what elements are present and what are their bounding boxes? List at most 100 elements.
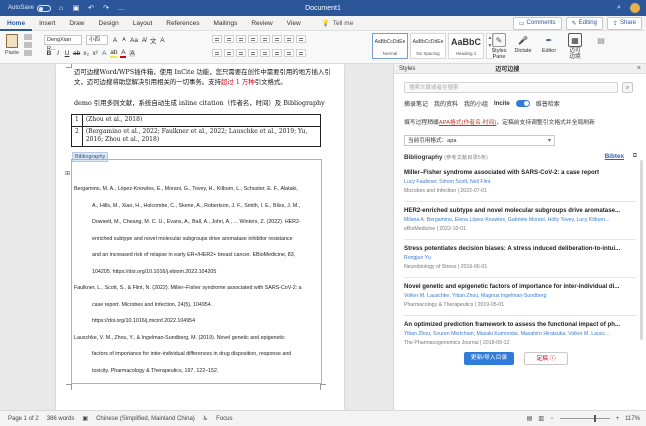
paragraph-shading-icon[interactable] — [284, 49, 294, 57]
cut-icon[interactable] — [24, 34, 32, 40]
list-item[interactable]: An optimized prediction framework to ass… — [404, 321, 636, 346]
avatar[interactable] — [630, 3, 640, 13]
ref-title[interactable]: HER2-enriched subtype and novel molecula… — [404, 207, 636, 214]
search-icon[interactable]: ⌕ — [614, 3, 624, 13]
close-icon[interactable]: × — [637, 64, 641, 74]
font-size-select[interactable]: 小四 — [86, 35, 108, 45]
home-icon[interactable]: ⌂ — [56, 3, 66, 13]
style-normal[interactable]: AaBbCcDdEe Normal — [372, 33, 408, 59]
tab-references[interactable]: References — [159, 16, 206, 31]
external-link-icon[interactable]: ⧉ — [633, 153, 637, 160]
document-page[interactable]: 迈可边搜Word/WPS插件箱，使用 InCite 功能，您只需要在创作中需要引… — [56, 64, 344, 410]
char-border-icon[interactable]: A — [159, 37, 165, 44]
source-notes[interactable]: 摘录笔记 — [404, 99, 428, 108]
zoom-level[interactable]: 117% — [625, 416, 640, 422]
undo-icon[interactable]: ↶ — [86, 3, 96, 13]
hint-format-link[interactable]: APA格式(作者名-时间) — [439, 120, 497, 126]
bibtex-link[interactable]: Bibtex — [605, 153, 624, 160]
show-marks-icon[interactable] — [296, 35, 306, 43]
tell-me-search[interactable]: 💡 Tell me — [322, 19, 354, 28]
font-name-select[interactable]: DengXian R... — [44, 35, 82, 52]
align-center-icon[interactable] — [224, 49, 234, 57]
share-button[interactable]: ⇪ Share — [606, 16, 642, 30]
search-input[interactable]: 搜索文献或者在搜索 — [404, 82, 618, 93]
list-item[interactable]: Stress potentiates decision biases: A st… — [404, 245, 636, 270]
list-item[interactable]: Miller–Fisher syndrome associated with S… — [404, 169, 636, 194]
language-status[interactable]: Chinese (Simplified, Mainland China) — [96, 416, 195, 422]
ref-title[interactable]: Stress potentiates decision biases: A st… — [404, 245, 636, 252]
tab-view[interactable]: View — [280, 16, 308, 31]
source-vip[interactable]: 维普检索 — [536, 99, 560, 108]
save-icon[interactable]: ▣ — [71, 3, 81, 13]
underline-button[interactable]: U — [64, 50, 70, 57]
bibliography-entries[interactable]: Bergamino, M. A., López-Knowles, E., Mor… — [74, 181, 322, 379]
decrease-indent-icon[interactable] — [248, 35, 258, 43]
strikethrough-icon[interactable]: ab — [73, 50, 80, 57]
field-handle-icon[interactable]: ⊞ — [65, 170, 70, 177]
borders-icon[interactable] — [296, 49, 306, 57]
tab-insert[interactable]: Insert — [32, 16, 62, 31]
ref-title[interactable]: An optimized prediction framework to ass… — [404, 321, 636, 328]
sort-icon[interactable] — [284, 35, 294, 43]
autosave-control[interactable]: AutoSave — [8, 4, 52, 12]
grow-font-icon[interactable]: A — [112, 37, 118, 44]
list-item[interactable]: HER2-enriched subtype and novel molecula… — [404, 207, 636, 232]
superscript-icon[interactable]: x² — [92, 50, 98, 57]
ref-title[interactable]: Novel genetic and epigenetic factors of … — [404, 283, 636, 290]
list-item[interactable]: Novel genetic and epigenetic factors of … — [404, 283, 636, 308]
tab-review[interactable]: Review — [244, 16, 279, 31]
styles-pane-button[interactable]: ✎ Styles Pane — [486, 33, 512, 60]
citation-table[interactable]: 1 (Zhou et al., 2018) 2 (Bergamino et al… — [71, 114, 322, 147]
clear-format-icon[interactable]: A̸ — [141, 37, 147, 44]
ribbon-extra-button[interactable]: ▤ — [594, 33, 608, 48]
text-effects-icon[interactable]: A — [101, 50, 107, 57]
ref-title[interactable]: Miller–Fisher syndrome associated with S… — [404, 169, 636, 176]
font-color-icon[interactable]: A — [120, 49, 127, 58]
tab-design[interactable]: Design — [92, 16, 126, 31]
tab-mailings[interactable]: Mailings — [207, 16, 245, 31]
comments-button[interactable]: ▭ Comments — [512, 16, 562, 30]
source-my-group[interactable]: 我的小组 — [464, 99, 488, 108]
table-cell-citation[interactable]: (Bergamino et al., 2022; Faulkner et al.… — [81, 125, 322, 147]
intro-paragraph[interactable]: 迈可边搜Word/WPS插件箱，使用 InCite 功能，您只需要在创作中需要引… — [74, 67, 336, 87]
document-area[interactable]: 迈可边搜Word/WPS插件箱，使用 InCite 功能，您只需要在创作中需要引… — [0, 64, 393, 410]
shading-icon[interactable]: A — [129, 50, 136, 57]
format-painter-icon[interactable] — [24, 50, 32, 56]
accessibility-icon[interactable]: ♿ — [203, 415, 208, 422]
bullets-icon[interactable] — [212, 35, 222, 43]
view-print-icon[interactable]: ▤ — [527, 415, 533, 422]
increase-indent-icon[interactable] — [260, 35, 270, 43]
distributed-icon[interactable] — [260, 49, 270, 57]
subscript-icon[interactable]: x₂ — [83, 50, 89, 57]
demo-paragraph[interactable]: demo 引用多则文献，系统自动生成 inline citation（作者名，时… — [74, 98, 336, 108]
page-count[interactable]: Page 1 of 2 — [8, 416, 39, 422]
style-heading-1[interactable]: AaBbC Heading 1 — [448, 33, 484, 59]
view-web-icon[interactable]: ▥ — [538, 415, 544, 422]
editor-button[interactable]: ✒ Editor — [536, 33, 562, 55]
style-no-spacing[interactable]: AaBbCcDdEe No Spacing — [410, 33, 446, 59]
word-count[interactable]: 386 words — [47, 416, 75, 422]
finalize-button[interactable]: 定稿 ⓘ — [524, 352, 568, 365]
paste-button[interactable]: Paste — [3, 34, 21, 61]
zoom-in-icon[interactable]: + — [616, 416, 620, 422]
source-my-library[interactable]: 我的资料 — [434, 99, 458, 108]
asian-layout-icon[interactable] — [272, 35, 282, 43]
zoom-out-icon[interactable]: − — [550, 416, 554, 422]
zoom-slider[interactable] — [559, 415, 610, 422]
proofing-icon[interactable]: ▣ — [82, 415, 88, 422]
panel-tab-styles[interactable]: Styles — [399, 66, 415, 72]
panel-tab-plugin[interactable]: 迈可边搜 — [495, 64, 519, 73]
search-button[interactable]: ⌕ — [622, 82, 633, 93]
tab-home[interactable]: Home — [0, 16, 33, 31]
focus-button[interactable]: Focus — [216, 416, 232, 422]
plugin-ribbon-button[interactable]: ▦ 迈可 边境 — [562, 33, 588, 60]
phonetic-icon[interactable]: 文 — [150, 35, 157, 45]
update-import-button[interactable]: 更新/导入目录 — [464, 352, 514, 365]
align-left-icon[interactable] — [212, 49, 222, 57]
incite-toggle[interactable] — [515, 100, 530, 107]
tab-draw[interactable]: Draw — [62, 16, 91, 31]
tab-layout[interactable]: Layout — [126, 16, 160, 31]
highlight-icon[interactable]: ab — [110, 49, 118, 58]
numbering-icon[interactable] — [224, 35, 234, 43]
bold-button[interactable]: B — [46, 50, 52, 57]
